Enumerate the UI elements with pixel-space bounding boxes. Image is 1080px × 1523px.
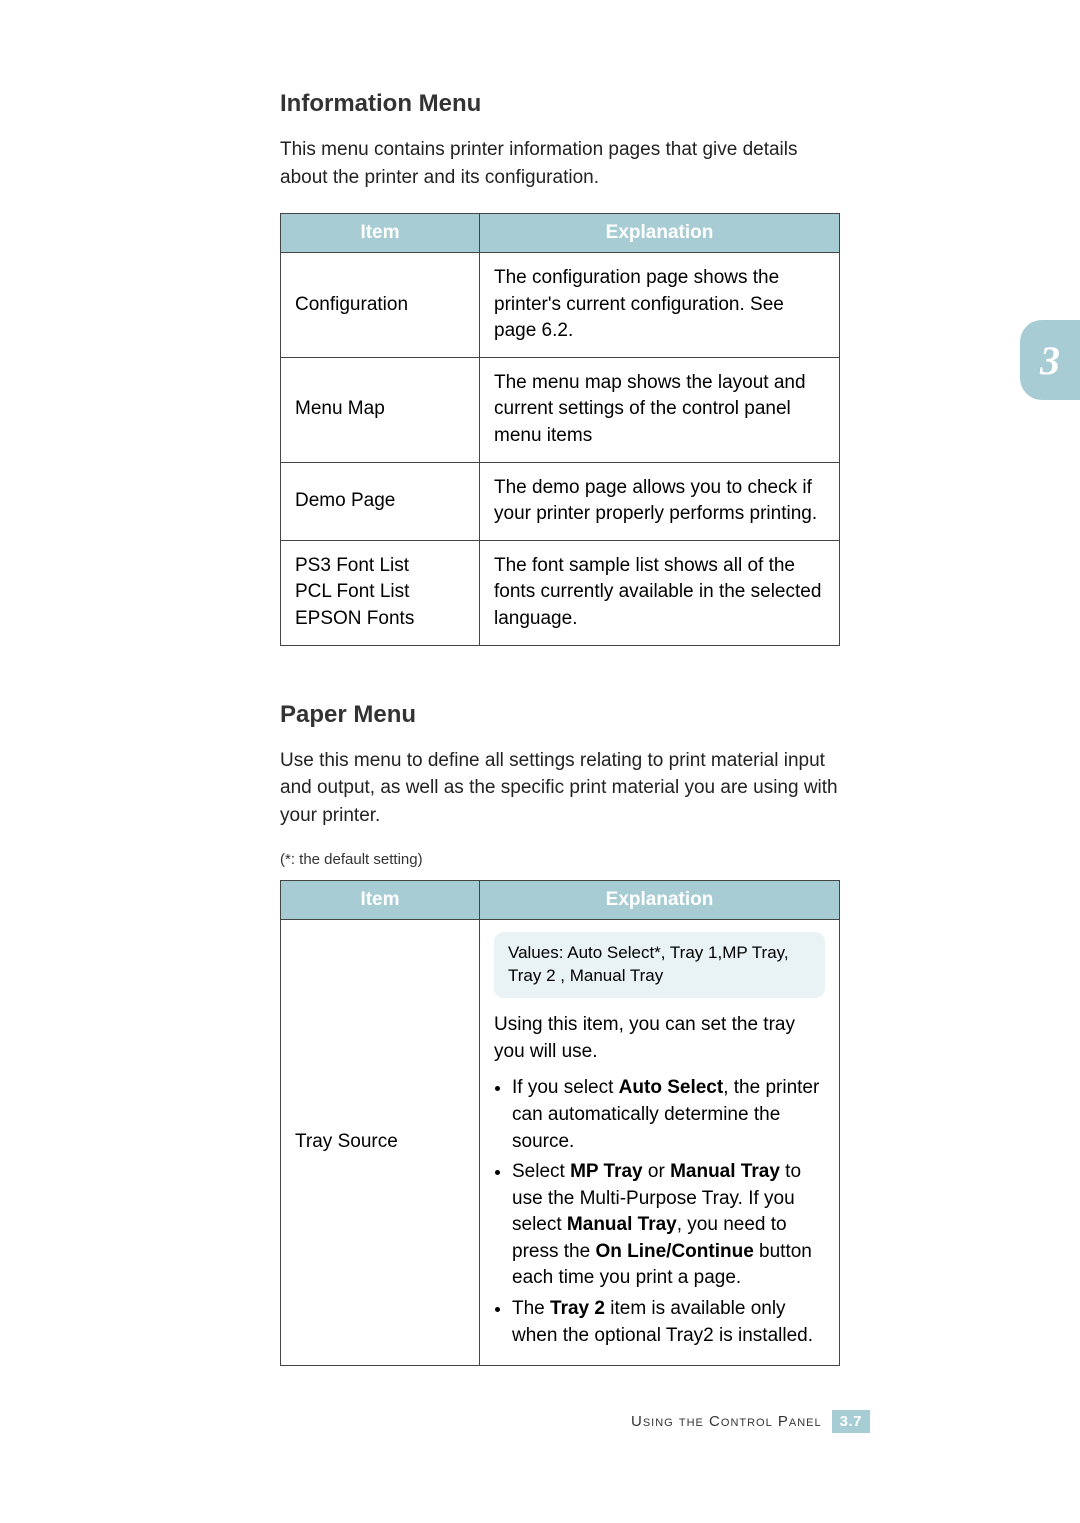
explanation-body: Using this item, you can set the tray yo… — [494, 1012, 825, 1349]
col-header-item: Item — [281, 881, 480, 920]
section-heading-paper-menu: Paper Menu — [280, 701, 840, 729]
list-item: The Tray 2 item is available only when t… — [512, 1296, 825, 1349]
page-footer: Using the Control Panel 3.7 — [631, 1410, 870, 1433]
explanation-cell: Values: Auto Select*, Tray 1,MP Tray, Tr… — [480, 920, 840, 1366]
table-row: Configuration The configuration page sho… — [281, 253, 840, 358]
item-cell: Configuration — [281, 253, 480, 358]
explanation-cell: The font sample list shows all of the fo… — [480, 540, 840, 645]
col-header-item: Item — [281, 214, 480, 253]
page-content: Information Menu This menu contains prin… — [280, 90, 840, 1366]
page-number-badge: 3.7 — [832, 1410, 870, 1433]
explanation-cell: The menu map shows the layout and curren… — [480, 357, 840, 462]
explanation-cell: The demo page allows you to check if you… — [480, 462, 840, 540]
item-cell: Menu Map — [281, 357, 480, 462]
item-cell: Demo Page — [281, 462, 480, 540]
information-menu-table: Item Explanation Configuration The confi… — [280, 213, 840, 646]
information-menu-intro: This menu contains printer information p… — [280, 136, 840, 191]
table-row: PS3 Font List PCL Font List EPSON Fonts … — [281, 540, 840, 645]
item-cell: PS3 Font List PCL Font List EPSON Fonts — [281, 540, 480, 645]
list-item: If you select Auto Select, the printer c… — [512, 1075, 825, 1155]
table-row: Tray Source Values: Auto Select*, Tray 1… — [281, 920, 840, 1366]
explanation-lead: Using this item, you can set the tray yo… — [494, 1014, 795, 1062]
table-row: Menu Map The menu map shows the layout a… — [281, 357, 840, 462]
default-setting-note: (*: the default setting) — [280, 851, 840, 868]
chapter-side-tab: 3 — [1020, 320, 1080, 400]
item-cell: Tray Source — [281, 920, 480, 1366]
explanation-bullets: If you select Auto Select, the printer c… — [494, 1075, 825, 1349]
explanation-cell: The configuration page shows the printer… — [480, 253, 840, 358]
table-row: Demo Page The demo page allows you to ch… — [281, 462, 840, 540]
chapter-number: 3 — [1040, 337, 1060, 384]
item-line: PCL Font List — [295, 579, 465, 606]
item-line: EPSON Fonts — [295, 606, 465, 633]
col-header-explanation: Explanation — [480, 214, 840, 253]
item-line: PS3 Font List — [295, 553, 465, 580]
values-box: Values: Auto Select*, Tray 1,MP Tray, Tr… — [494, 932, 825, 998]
paper-menu-intro: Use this menu to define all settings rel… — [280, 747, 840, 830]
document-page: 3 Information Menu This menu contains pr… — [0, 0, 1080, 1523]
section-heading-information-menu: Information Menu — [280, 90, 840, 118]
paper-menu-table: Item Explanation Tray Source Values: Aut… — [280, 880, 840, 1366]
col-header-explanation: Explanation — [480, 881, 840, 920]
list-item: Select MP Tray or Manual Tray to use the… — [512, 1159, 825, 1292]
footer-title: Using the Control Panel — [631, 1413, 822, 1430]
